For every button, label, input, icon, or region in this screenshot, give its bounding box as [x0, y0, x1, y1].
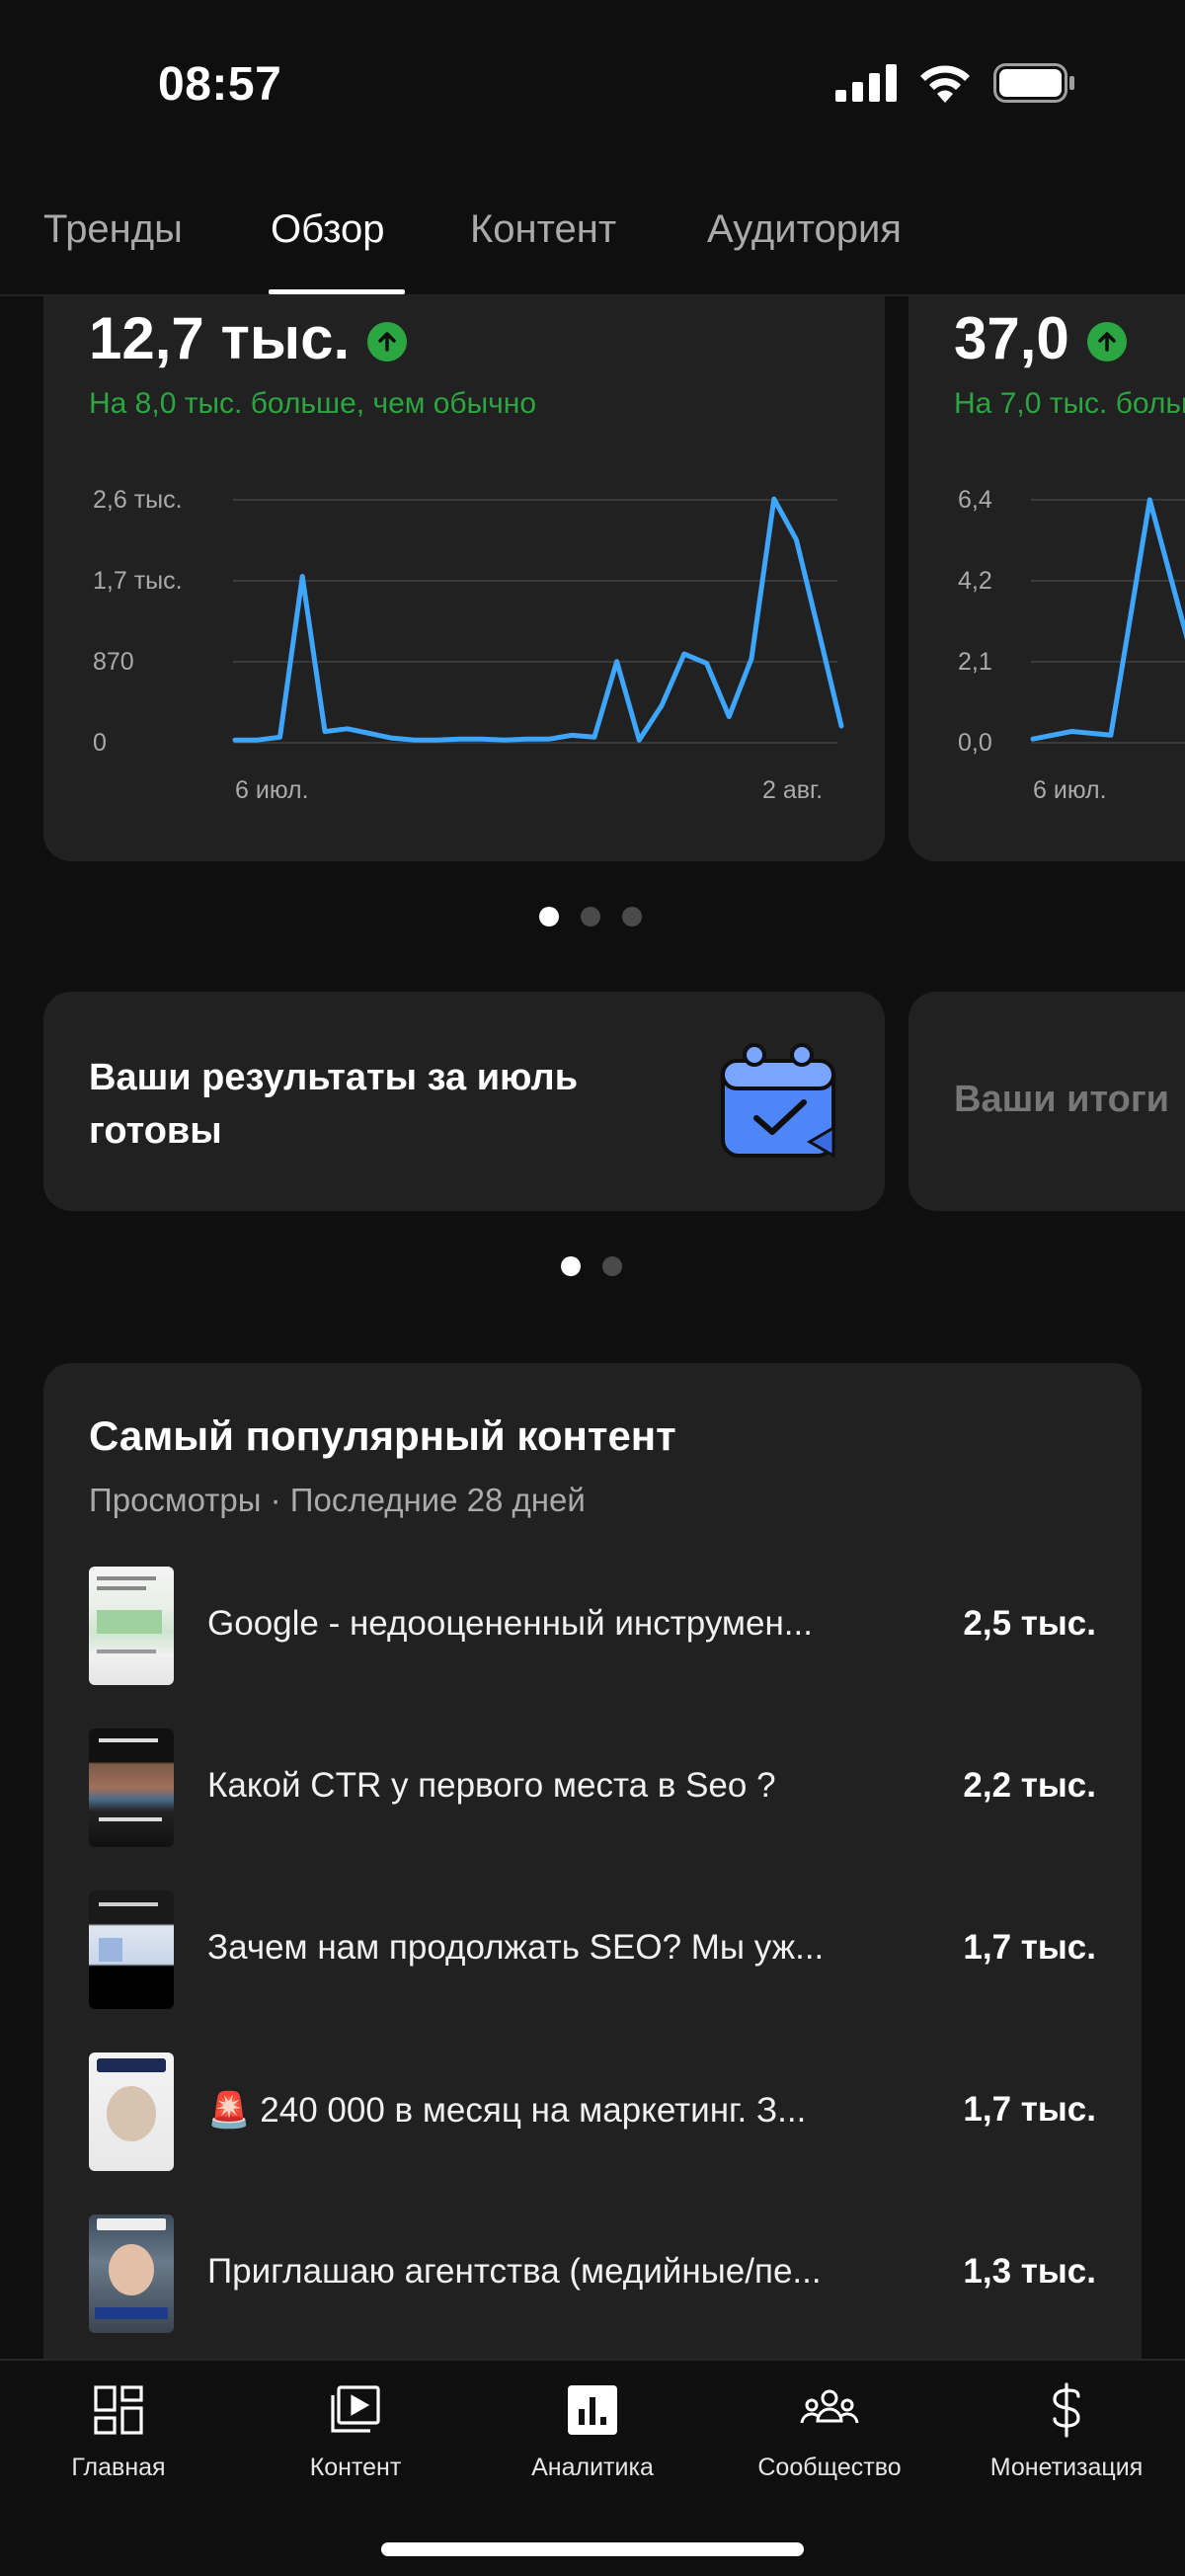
y-tick-label: 1,7 тыс.	[93, 567, 183, 595]
series-line	[232, 496, 844, 743]
carousel-dots-results	[561, 1256, 622, 1276]
analytics-bar-icon	[563, 2380, 622, 2440]
community-people-icon	[800, 2380, 859, 2440]
popular-subtitle: Просмотры · Последние 28 дней	[89, 1482, 586, 1518]
carousel-dot[interactable]	[622, 907, 642, 926]
content-play-icon	[326, 2380, 385, 2440]
nav-content[interactable]: Контент	[247, 2380, 464, 2482]
status-bar: 08:57	[0, 0, 1185, 148]
y-tick-label: 0	[93, 729, 107, 757]
home-indicator[interactable]	[381, 2542, 804, 2556]
video-views: 1,3 тыс.	[963, 2252, 1096, 2291]
second-line-chart: 6,4 4,2 2,1 0,0 6 июл.	[958, 486, 1185, 804]
video-views: 2,2 тыс.	[963, 1766, 1096, 1805]
video-views: 1,7 тыс.	[963, 1928, 1096, 1967]
nav-monetization[interactable]: Монетизация	[958, 2380, 1175, 2482]
nav-label: Аналитика	[531, 2454, 654, 2481]
results-card-second[interactable]: Ваши итоги	[908, 992, 1185, 1211]
video-thumbnail	[89, 1567, 174, 1685]
list-item[interactable]: Зачем нам продолжать SEO? Мы уж... 1,7 т…	[89, 1891, 1096, 2009]
home-grid-icon	[89, 2380, 148, 2440]
video-title: Google - недооцененный инструмен...	[207, 1604, 813, 1643]
video-views: 2,5 тыс.	[963, 1604, 1096, 1643]
analytics-tabs: Тренды Обзор Контент Аудитория	[0, 188, 1185, 296]
nav-label: Главная	[71, 2454, 166, 2481]
video-thumbnail	[89, 1729, 174, 1847]
nav-label: Контент	[309, 2454, 402, 2481]
video-title: Какой CTR у первого места в Seo ?	[207, 1766, 776, 1805]
tab-content[interactable]: Контент	[470, 207, 616, 252]
y-tick-label: 0,0	[958, 729, 992, 757]
y-tick-label: 870	[93, 648, 134, 676]
nav-home[interactable]: Главная	[10, 2380, 227, 2482]
x-tick-label: 6 июл.	[1033, 776, 1107, 804]
x-tick-label: 6 июл.	[235, 776, 309, 804]
dollar-icon	[1037, 2380, 1096, 2440]
y-tick-label: 6,4	[958, 486, 992, 514]
y-tick-label: 2,1	[958, 648, 992, 676]
tab-overview[interactable]: Обзор	[271, 207, 385, 252]
y-tick-label: 4,2	[958, 567, 992, 595]
popular-title: Самый популярный контент	[89, 1412, 676, 1459]
battery-icon	[993, 63, 1074, 103]
nav-community[interactable]: Сообщество	[721, 2380, 938, 2482]
results-text: Ваши результаты за июль готовы	[89, 1057, 579, 1152]
metric-card-second[interactable]: 37,0 На 7,0 тыс. больше, чем обычно 6,44…	[908, 257, 1185, 861]
nav-label: Сообщество	[757, 2454, 902, 2481]
calendar-check-icon	[721, 1043, 835, 1159]
video-thumbnail	[89, 2214, 174, 2333]
nav-label: Монетизация	[989, 2454, 1144, 2481]
nav-analytics[interactable]: Аналитика	[484, 2380, 701, 2482]
video-title: 🚨 240 000 в месяц на маркетинг. З...	[207, 2091, 807, 2130]
video-title: Зачем нам продолжать SEO? Мы уж...	[207, 1928, 825, 1967]
carousel-dot[interactable]	[561, 1256, 581, 1276]
carousel-dot[interactable]	[539, 907, 559, 926]
list-item[interactable]: Какой CTR у первого места в Seo ? 2,2 ты…	[89, 1729, 1096, 1847]
series-line	[1030, 497, 1185, 742]
tab-active-indicator	[269, 289, 405, 294]
tab-audience[interactable]: Аудитория	[707, 207, 902, 252]
video-views: 1,7 тыс.	[963, 2090, 1096, 2129]
status-icons	[835, 63, 1076, 103]
carousel-dot[interactable]	[602, 1256, 622, 1276]
studio-analytics-screen: 08:57 Тренды Обзор Контент Аудитория 12,…	[0, 0, 1185, 2576]
cellular-signal-icon	[835, 64, 897, 102]
tab-trends[interactable]: Тренды	[43, 207, 183, 252]
carousel-dot[interactable]	[581, 907, 600, 926]
metric-card-views[interactable]: 12,7 тыс. На 8,0 тыс. больше, чем обычно…	[43, 257, 885, 861]
results-card-july[interactable]: Ваши результаты за июль готовы	[43, 992, 885, 1211]
status-time: 08:57	[158, 58, 282, 111]
views-line-chart: 2,6 тыс. 1,7 тыс. 870 0 6 июл. 2 авг.	[93, 486, 844, 804]
results-text: Ваши итоги	[954, 1079, 1170, 1120]
video-thumbnail	[89, 2053, 174, 2171]
y-tick-label: 2,6 тыс.	[93, 486, 183, 514]
list-item[interactable]: Google - недооцененный инструмен... 2,5 …	[89, 1567, 1096, 1685]
video-title: Приглашаю агентства (медийные/пе...	[207, 2252, 822, 2291]
video-thumbnail	[89, 1891, 174, 2009]
x-tick-label: 2 авг.	[762, 776, 823, 804]
wifi-icon	[920, 65, 970, 103]
list-item[interactable]: 🚨 240 000 в месяц на маркетинг. З... 1,7…	[89, 2053, 1096, 2171]
list-item[interactable]: Приглашаю агентства (медийные/пе... 1,3 …	[89, 2214, 1096, 2333]
carousel-dots-metrics	[539, 907, 642, 926]
